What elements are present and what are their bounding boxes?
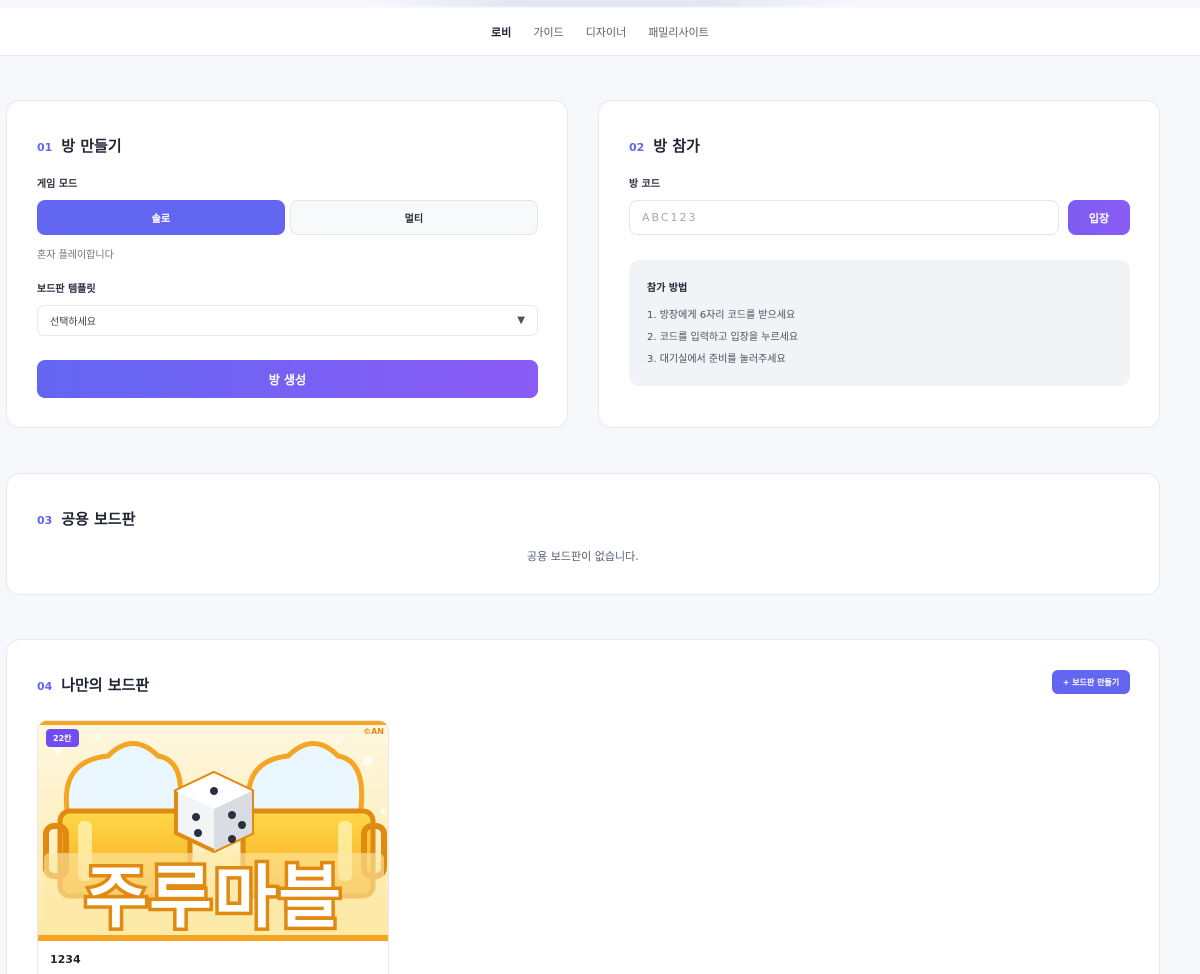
create-room-heading: 01 방 만들기 [37, 135, 122, 156]
mode-hint: 혼자 플레이합니다 [37, 250, 114, 261]
board-card[interactable]: 주루마블 22칸 ©AN 1234 [37, 720, 389, 974]
caret-down-icon: ▼ [517, 315, 525, 326]
public-boards-heading: 03 공용 보드판 [37, 508, 136, 529]
template-label: 보드판 템플릿 [37, 284, 96, 295]
corner-logo-text: ©AN [363, 727, 384, 736]
section-number: 02 [629, 141, 645, 154]
nav-item-family-site[interactable]: 패밀리사이트 [648, 24, 709, 40]
section-title: 공용 보드판 [61, 510, 136, 528]
room-code-input[interactable] [629, 200, 1059, 235]
board-thumbnail: 주루마블 [38, 721, 388, 941]
cell-count-badge: 22칸 [46, 729, 79, 747]
section-number: 04 [37, 680, 53, 693]
join-room-heading: 02 방 참가 [629, 135, 700, 156]
my-boards-heading: 04 나만의 보드판 [37, 674, 149, 695]
nav-item-guide[interactable]: 가이드 [533, 24, 563, 40]
template-select-value: 선택하세요 [50, 317, 96, 328]
empty-state-text: 공용 보드판이 없습니다. [527, 550, 639, 563]
template-select[interactable]: 선택하세요 ▼ [37, 305, 538, 336]
room-code-label: 방 코드 [629, 179, 661, 190]
nav-item-lobby[interactable]: 로비 [491, 24, 511, 40]
section-title: 방 만들기 [61, 137, 122, 155]
instructions-title: 참가 방법 [647, 283, 688, 294]
game-mode-label: 게임 모드 [37, 179, 78, 190]
section-title: 나만의 보드판 [61, 676, 150, 694]
section-title: 방 참가 [653, 137, 700, 155]
create-room-card: 01 방 만들기 게임 모드 솔로 멀티 혼자 플레이합니다 보드판 템플릿 선… [6, 100, 568, 428]
section-number: 03 [37, 514, 53, 527]
board-name: 1234 [50, 953, 81, 966]
new-board-button[interactable]: + 보드판 만들기 [1052, 670, 1130, 694]
instruction-step: 2. 코드를 입력하고 입장을 누르세요 [647, 332, 799, 343]
my-boards-card: 04 나만의 보드판 + 보드판 만들기 주루마블 22칸 ©AN 1234 [6, 639, 1160, 974]
mode-solo-button[interactable]: 솔로 [37, 200, 285, 235]
public-boards-card: 03 공용 보드판 공용 보드판이 없습니다. [6, 473, 1160, 595]
section-number: 01 [37, 141, 53, 154]
instruction-step: 1. 방장에게 6자리 코드를 받으세요 [647, 310, 796, 321]
create-room-button[interactable]: 방 생성 [37, 360, 538, 398]
join-instructions: 참가 방법 1. 방장에게 6자리 코드를 받으세요 2. 코드를 입력하고 입… [629, 260, 1130, 386]
board-artwork-title: 주루마블 [85, 859, 343, 938]
join-room-card: 02 방 참가 방 코드 입장 참가 방법 1. 방장에게 6자리 코드를 받으… [598, 100, 1160, 428]
instruction-step: 3. 대기실에서 준비를 눌러주세요 [647, 354, 786, 365]
dice-icon [174, 770, 254, 854]
nav-item-designer[interactable]: 디자이너 [586, 24, 626, 40]
mode-multi-button[interactable]: 멀티 [290, 200, 538, 235]
enter-room-button[interactable]: 입장 [1068, 200, 1130, 235]
top-navigation: 로비 가이드 디자이너 패밀리사이트 [0, 8, 1200, 56]
top-edge-shadow [360, 0, 860, 7]
